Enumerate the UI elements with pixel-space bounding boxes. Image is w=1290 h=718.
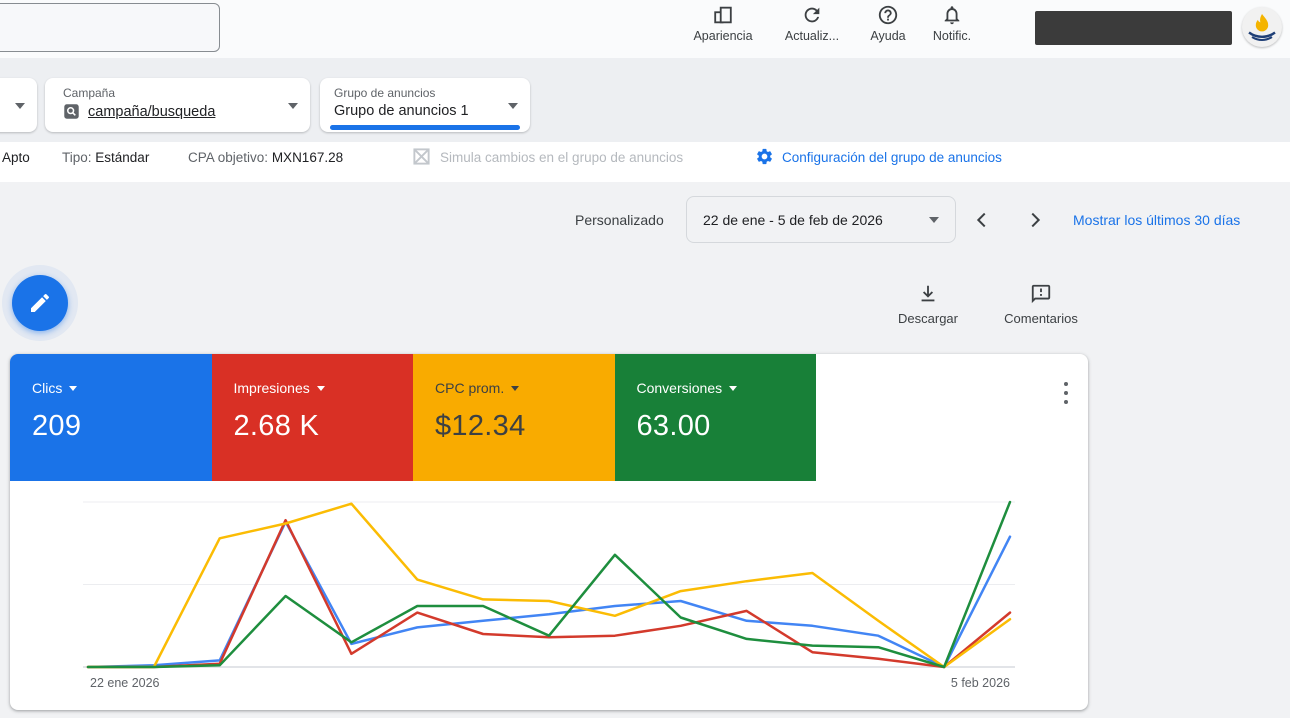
download-label: Descargar [873, 311, 983, 326]
chevron-down-icon [317, 386, 325, 391]
date-mode-label: Personalizado [575, 212, 664, 228]
dot [1064, 382, 1068, 386]
metric-label: Impresiones [234, 380, 310, 396]
chevron-right-icon [1024, 209, 1046, 231]
metric-value: 2.68 K [234, 410, 414, 443]
adgroup-value: Grupo de anuncios 1 [334, 103, 469, 119]
simulate-disabled-icon [412, 147, 431, 169]
chevron-down-icon [511, 386, 519, 391]
chevron-down-icon [15, 103, 25, 109]
adgroup-settings-button[interactable]: Configuración del grupo de anuncios [782, 150, 1002, 165]
metric-label: Conversiones [637, 380, 723, 396]
campaign-selector-label: Campaña [63, 86, 296, 100]
selector-stub-chip[interactable] [0, 78, 37, 132]
cpa-label: CPA objetivo: [188, 150, 268, 165]
download-icon [873, 283, 983, 305]
x-axis-end-label: 5 feb 2026 [10, 676, 1010, 690]
search-campaign-type-icon [63, 103, 80, 120]
card-menu-button[interactable] [1058, 382, 1074, 404]
account-info-redacted [1035, 11, 1232, 45]
next-period-button[interactable] [1021, 206, 1049, 234]
chevron-down-icon [288, 103, 298, 109]
date-range-picker[interactable]: 22 de ene - 5 de feb de 2026 [686, 196, 956, 243]
appearance-button[interactable]: Apariencia [678, 4, 768, 43]
download-button[interactable]: Descargar [873, 283, 983, 326]
metric-tile-clicks[interactable]: Clics 209 [10, 354, 212, 481]
type-field: Tipo: Estándar [62, 150, 149, 165]
metric-value: 209 [32, 410, 212, 443]
dot [1064, 400, 1068, 404]
adgroup-selector-label: Grupo de anuncios [334, 86, 516, 100]
search-input[interactable] [0, 3, 220, 52]
edit-button[interactable] [12, 275, 68, 331]
metric-tile-impressions[interactable]: Impresiones 2.68 K [212, 354, 414, 481]
active-tab-indicator [330, 125, 520, 130]
appearance-icon [678, 4, 768, 26]
metric-value: $12.34 [435, 410, 615, 443]
flame-logo-icon [1242, 7, 1282, 47]
notifications-label: Notific. [907, 29, 997, 43]
chevron-left-icon [971, 209, 993, 231]
campaign-value[interactable]: campaña/busqueda [88, 104, 215, 120]
type-label: Tipo: [62, 150, 92, 165]
metric-tile-avg-cpc[interactable]: CPC prom. $12.34 [413, 354, 615, 481]
gear-icon [755, 147, 774, 169]
dot [1064, 391, 1068, 395]
status-badge: Apto [2, 150, 30, 165]
campaign-selector[interactable]: Campaña campaña/busqueda [45, 78, 310, 132]
feedback-icon [986, 283, 1096, 305]
bell-icon [907, 4, 997, 26]
cpa-field: CPA objetivo: MXN167.28 [188, 150, 343, 165]
chevron-down-icon [69, 386, 77, 391]
line-chart[interactable] [10, 488, 1088, 688]
status-bar: Apto Tipo: Estándar CPA objetivo: MXN167… [0, 146, 1290, 176]
performance-chart-card: Clics 209 Impresiones 2.68 K CPC prom. $… [10, 354, 1088, 710]
cpa-value: MXN167.28 [272, 150, 343, 165]
chevron-down-icon [729, 386, 737, 391]
date-range-value: 22 de ene - 5 de feb de 2026 [703, 212, 929, 228]
adgroup-selector[interactable]: Grupo de anuncios Grupo de anuncios 1 [320, 78, 530, 132]
simulate-changes-button[interactable]: Simula cambios en el grupo de anuncios [440, 150, 683, 165]
type-value: Estándar [95, 150, 149, 165]
chevron-down-icon [508, 103, 518, 109]
metric-tile-conversions[interactable]: Conversiones 63.00 [615, 354, 817, 481]
chevron-down-icon [929, 217, 939, 223]
avatar[interactable] [1242, 7, 1282, 47]
previous-period-button[interactable] [968, 206, 996, 234]
appearance-label: Apariencia [678, 29, 768, 43]
notifications-button[interactable]: Notific. [907, 4, 997, 43]
comments-button[interactable]: Comentarios [986, 283, 1096, 326]
pencil-icon [28, 291, 52, 315]
metric-value: 63.00 [637, 410, 817, 443]
metric-label: CPC prom. [435, 380, 504, 396]
comments-label: Comentarios [986, 311, 1096, 326]
metric-label: Clics [32, 380, 62, 396]
show-last-30-days-link[interactable]: Mostrar los últimos 30 días [1073, 212, 1240, 228]
